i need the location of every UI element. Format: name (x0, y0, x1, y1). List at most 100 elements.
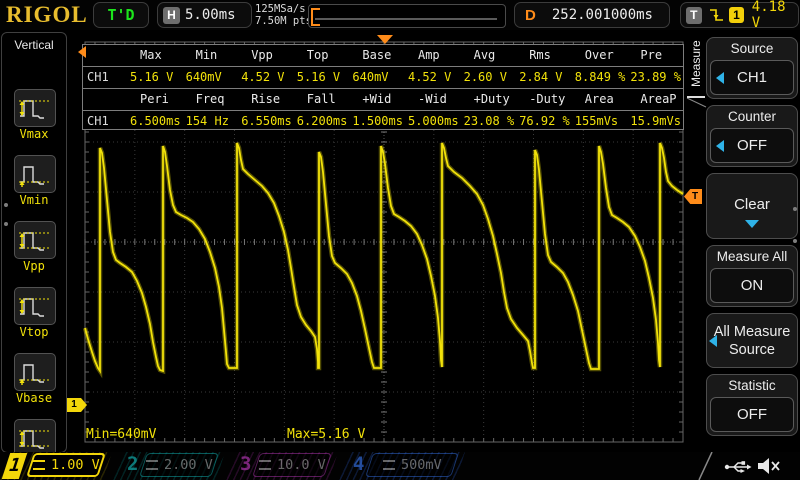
channel-scale-box: 2.00 V (139, 453, 219, 477)
measure-header: Vpp (238, 45, 294, 66)
t-label: T (686, 7, 702, 24)
blue-down-arrow-icon (745, 220, 759, 228)
menu-counter-value-text: OFF (737, 137, 767, 154)
measure-header: Fall (294, 89, 350, 110)
trigger-offscreen-arrow (78, 46, 86, 58)
trigger-level-value: 4.18 V (752, 0, 798, 31)
delay-value: 252.001000ms (536, 7, 669, 23)
channel-number-badge: 1 (2, 453, 27, 479)
measure-item-label: Vmin (2, 193, 66, 207)
measure-header: Rms (516, 45, 572, 66)
menu-source-value-text: CH1 (737, 69, 767, 86)
channel-1-tab[interactable]: 1 1.00 V (0, 452, 112, 480)
measure-value: 155mVs (572, 111, 628, 132)
channel-number: 3 (240, 453, 251, 475)
measurement-table: MaxMinVppTopBaseAmpAvgRmsOverPreCH1 5.16 … (82, 44, 684, 130)
channel-4-tab[interactable]: 4500mV (339, 452, 465, 480)
channel-number: 2 (127, 453, 138, 475)
channel-number: 4 (353, 453, 364, 475)
measure-channel-label: CH1 (83, 67, 127, 88)
top-status-bar: RIGOL T'D H 5.00ms 125MSa/s 7.50M pts D … (0, 0, 800, 30)
measure-value: 6.200ms (294, 111, 350, 132)
measure-value: 2.60 V (461, 67, 517, 88)
measure-value: 5.16 V (294, 67, 350, 88)
menu-statistic-button[interactable]: Statistic OFF (706, 374, 798, 436)
oscilloscope-screen: RIGOL T'D H 5.00ms 125MSa/s 7.50M pts D … (0, 0, 800, 480)
measure-header: +Wid (349, 89, 405, 110)
measure-value: 8.849 % (572, 67, 628, 88)
blue-left-arrow-icon (716, 72, 724, 84)
measure-header: Over (572, 45, 628, 66)
menu-all-measure-line1: All Measure (707, 324, 797, 340)
dc-coupling-icon (33, 460, 45, 470)
channel-2-tab[interactable]: 2 2.00 V (113, 452, 225, 480)
measure-header: Top (294, 45, 350, 66)
vmin-icon (18, 160, 52, 188)
measure-item-vtop[interactable] (14, 287, 56, 325)
measure-item-vmin[interactable] (14, 155, 56, 193)
measure-header: -Duty (516, 89, 572, 110)
measure-value: 2.84 V (516, 67, 572, 88)
blue-left-arrow-icon (709, 335, 717, 347)
vertical-menu-title: Vertical (2, 38, 66, 52)
trigger-position-marker[interactable] (377, 35, 393, 44)
dc-coupling-icon (259, 460, 271, 470)
measure-header: Base (349, 45, 405, 66)
menu-all-measure-button[interactable]: All MeasureSource (706, 313, 798, 368)
trigger-box[interactable]: T 1 4.18 V (680, 2, 799, 28)
measure-value: 154 Hz (183, 111, 239, 132)
measure-header: +Duty (461, 89, 517, 110)
measure-header: Avg (461, 45, 517, 66)
menu-source-button[interactable]: Source CH1 (706, 37, 798, 99)
measure-item-label: Vpp (2, 259, 66, 273)
min-readout: Min=640mV (86, 427, 156, 442)
measure-header-row: PeriFreqRiseFall+Wid-Wid+Duty-DutyAreaAr… (83, 89, 683, 111)
horizontal-timebase-box[interactable]: H 5.00ms (157, 2, 252, 28)
menu-measure-all-value-text: ON (741, 277, 764, 294)
vpp-icon (18, 226, 52, 254)
waveform-preview-bar[interactable] (308, 4, 506, 28)
measure-item-vpp[interactable] (14, 221, 56, 259)
blue-left-arrow-icon (716, 140, 724, 152)
right-page-dot-1 (793, 207, 797, 211)
measure-header: AreaP (627, 89, 683, 110)
dc-coupling-icon (146, 460, 158, 470)
channel-scale-value: 1.00 V (51, 457, 100, 473)
measure-value-row: CH16.500ms154 Hz6.550ms6.200ms1.500ms5.0… (83, 111, 683, 132)
measure-value: 5.000ms (405, 111, 461, 132)
trigger-source-badge: 1 (729, 7, 744, 23)
measure-header-row: MaxMinVppTopBaseAmpAvgRmsOverPre (83, 45, 683, 67)
channel-3-tab[interactable]: 310.0 V (226, 452, 338, 480)
channel-scale-box: 500mV (365, 453, 459, 477)
measure-header: Area (572, 89, 628, 110)
menu-measure-all-button[interactable]: Measure AllON (706, 245, 798, 307)
dc-coupling-icon (383, 460, 395, 470)
trigger-status-badge: T'D (93, 2, 149, 28)
channel-scale-value: 2.00 V (164, 457, 213, 473)
measure-item-vbase[interactable] (14, 353, 56, 391)
measure-menu-tab[interactable]: Measure (687, 32, 705, 98)
falling-edge-icon (709, 7, 724, 23)
measure-header: Rise (238, 89, 294, 110)
vamp-icon (18, 424, 52, 452)
delay-box[interactable]: D 252.001000ms (514, 2, 670, 28)
menu-source-value: CH1 (710, 60, 794, 95)
menu-measure-all-value: ON (710, 268, 794, 303)
menu-clear-button[interactable]: Clear (706, 173, 798, 239)
vmax-icon (18, 94, 52, 122)
memory-depth: 7.50M pts (255, 15, 312, 27)
menu-statistic-title: Statistic (707, 378, 797, 393)
measure-header: Min (183, 45, 239, 66)
acquisition-info: 125MSa/s 7.50M pts (255, 3, 312, 27)
measure-value: 1.500ms (349, 111, 405, 132)
measure-header: -Wid (405, 89, 461, 110)
menu-counter-value: OFF (710, 128, 794, 163)
menu-source-title: Source (707, 41, 797, 56)
menu-statistic-value: OFF (710, 397, 794, 432)
timebase-value: 5.00ms (185, 7, 236, 23)
left-page-dot-2 (4, 222, 8, 226)
measure-item-vmax[interactable] (14, 89, 56, 127)
measure-value: 4.52 V (405, 67, 461, 88)
menu-counter-button[interactable]: CounterOFF (706, 105, 798, 167)
vbase-icon (18, 358, 52, 386)
